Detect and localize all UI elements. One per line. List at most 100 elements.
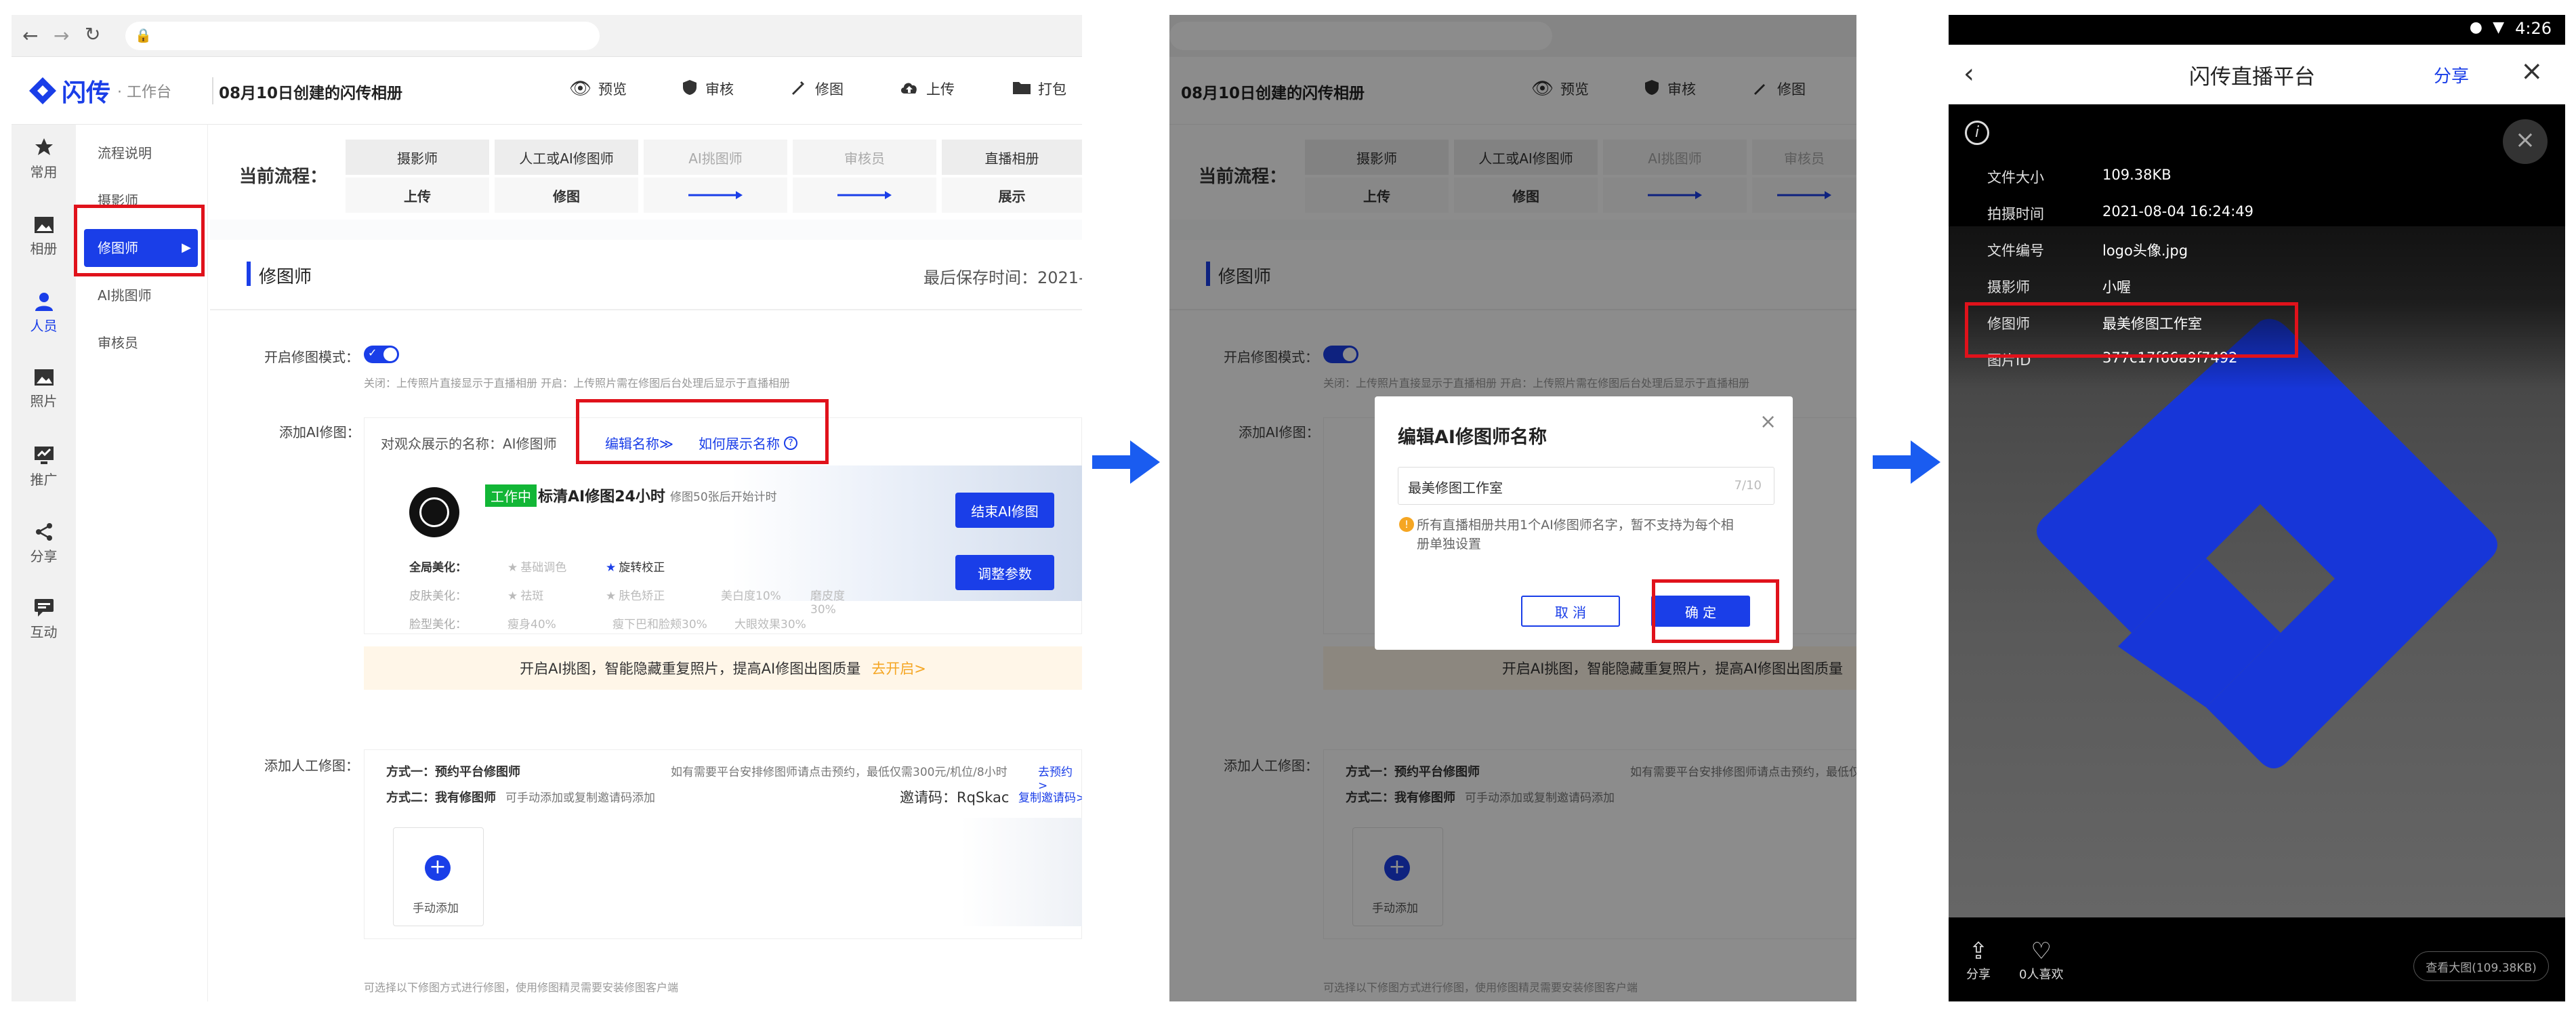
cloud-upload-icon: [899, 80, 919, 98]
info-icon[interactable]: i: [1965, 121, 1989, 145]
promote-icon: [34, 446, 54, 464]
brand-sub: · 工作台: [117, 84, 172, 101]
add-ai-label: 添加AI修图：: [279, 424, 360, 440]
highlight-confirm: [1652, 579, 1779, 643]
flow-role-5: 直播相册: [942, 140, 1082, 175]
sidebar-item-album[interactable]: 相册: [12, 203, 76, 270]
section-title: 修图师: [259, 267, 312, 287]
phone-title: 闪传直播平台: [2189, 65, 2315, 89]
manual-box: 方式一：预约平台修图师 如有需要平台安排修图师请点击预约，最低仅需300元/机位…: [364, 749, 1082, 939]
star-icon: ★ 祛斑: [507, 589, 544, 603]
folder-icon: [1012, 80, 1031, 98]
flow-arrow-1: [644, 178, 787, 213]
submenu-item-ai-picker[interactable]: AI挑图师: [84, 276, 198, 314]
plus-icon: +: [425, 855, 451, 881]
brand-logo[interactable]: 闪传 · 工作台: [28, 72, 171, 110]
eye-icon: 👁: [569, 79, 592, 99]
brush-icon: [791, 80, 806, 98]
flow-action-1: 上传: [346, 178, 489, 213]
main-content: 当前流程： 摄影师 人工或AI修图师 AI挑图师 审核员 直播相册 上传 修图 …: [210, 125, 1082, 1001]
forward-icon[interactable]: →: [54, 24, 69, 47]
photo-icon: [34, 369, 54, 386]
star-icon: ★ 基础调色: [507, 561, 567, 575]
retoucher-card: 修图师 最后保存时间：2021- 开启修图模式： ✓ 关闭：上传照片直接显示于直…: [210, 240, 1082, 1001]
submenu-item-auditor[interactable]: 审核员: [84, 324, 198, 362]
flow-arrow-2: [793, 178, 936, 213]
star-icon: [35, 138, 53, 155]
display-name: 对观众展示的名称：AI修图师: [381, 436, 557, 452]
close-icon[interactable]: ×: [2520, 56, 2543, 87]
sidebar-item-photo[interactable]: 照片: [12, 355, 76, 423]
flow-role-3: AI挑图师: [644, 140, 787, 175]
pack-action[interactable]: 打包: [1012, 79, 1066, 99]
dialog-title: 编辑AI修图师名称: [1398, 427, 1547, 448]
brand-name: 闪传: [62, 79, 111, 107]
save-time: 最后保存时间：2021-: [923, 268, 1082, 287]
mode-desc: 关闭：上传照片直接显示于直播相册 开启：上传照片需在修图后台处理后显示于直播相册: [364, 377, 791, 390]
address-bar[interactable]: 🔒: [125, 22, 600, 50]
manual-add-button[interactable]: + 手动添加: [393, 827, 484, 926]
browser-chrome: ← → ↻ 🔒: [12, 15, 1082, 57]
sidebar-item-interact[interactable]: 互动: [12, 585, 76, 653]
flow-role-4: 审核员: [793, 140, 936, 175]
left-panel: ← → ↻ 🔒 闪传 · 工作台 08月10日创建的闪传相册 👁 预览 审核 修图…: [12, 15, 1082, 1001]
main-sidebar: 常用 相册 人员 照片 推广 分享 互动: [12, 125, 76, 1001]
back-icon[interactable]: ←: [22, 24, 38, 47]
shield-icon: [682, 79, 697, 99]
top-nav: 闪传 · 工作台 08月10日创建的闪传相册 👁 预览 审核 修图 上传 打包: [12, 57, 1082, 125]
star-icon: ★ 肤色矫正: [606, 589, 665, 603]
chat-icon: [34, 598, 54, 617]
flow-role-1: 摄影师: [346, 140, 489, 175]
sidebar-item-share[interactable]: 分享: [12, 510, 76, 577]
like-button[interactable]: ♡ 0人喜欢: [2019, 938, 2063, 982]
submenu-item-flow[interactable]: 流程说明: [84, 134, 198, 172]
status-badge: 工作中: [485, 484, 537, 507]
ai-avatar: [409, 487, 459, 537]
phone-header: ‹ 闪传直播平台 分享 ×: [1949, 45, 2565, 104]
end-ai-button[interactable]: 结束AI修图: [955, 493, 1054, 528]
back-icon[interactable]: ‹: [1964, 58, 1974, 89]
highlight-retoucher-meta: [1965, 302, 2298, 358]
way1-desc: 如有需要平台安排修图师请点击预约，最低仅需300元/机位/8小时: [671, 766, 1007, 779]
user-icon: [35, 292, 53, 311]
enable-picker-link[interactable]: 去开启>: [871, 658, 926, 678]
audit-action[interactable]: 审核: [682, 79, 734, 99]
adjust-params-button[interactable]: 调整参数: [955, 555, 1054, 590]
sidebar-item-common[interactable]: 常用: [12, 125, 76, 192]
share-icon: [35, 522, 52, 541]
view-original-button[interactable]: 查看大图(109.38KB): [2413, 951, 2549, 981]
location-icon: ●: [2469, 19, 2482, 36]
close-viewer-icon[interactable]: ×: [2503, 119, 2548, 164]
preview-action[interactable]: 👁 预览: [569, 79, 627, 99]
dialog-note: 所有直播相册共用1个AI修图师名字，暂不支持为每个相册单独设置: [1417, 518, 1734, 552]
close-icon[interactable]: ×: [1760, 410, 1777, 434]
middle-panel: 08月10日创建的闪传相册 👁 预览 审核 修图 当前流程： 摄影师 人工或AI修…: [1169, 15, 1856, 1001]
flow-card: 当前流程： 摄影师 人工或AI修图师 AI挑图师 审核员 直播相册 上传 修图 …: [210, 125, 1082, 220]
arrow-right-icon: [837, 191, 892, 199]
invite-code: 邀请码：RqSkac: [900, 789, 1010, 806]
share-button[interactable]: ⇪ 分享: [1966, 938, 1991, 982]
lock-icon: 🔒: [135, 27, 152, 43]
retouch-action[interactable]: 修图: [791, 79, 844, 99]
sidebar-item-promote[interactable]: 推广: [12, 433, 76, 501]
flow-action-5: 展示: [942, 178, 1082, 213]
way2-desc: 可手动添加或复制邀请码添加: [505, 791, 655, 805]
photo-viewer: i × 文件大小 109.38KB 拍摄时间 2021-08-04 16:24:49…: [1949, 104, 2565, 1001]
ai-note: 修图50张后开始计时: [670, 491, 777, 504]
share-link[interactable]: 分享: [2434, 62, 2469, 87]
retouch-mode-toggle[interactable]: ✓: [364, 346, 399, 363]
ai-name: 标清AI修图24小时: [538, 489, 665, 505]
flow-label: 当前流程：: [239, 167, 328, 187]
name-input[interactable]: 最美修图工作室 7/10: [1398, 467, 1774, 505]
arrow-right-icon: [1873, 440, 1940, 484]
wifi-icon: ▼: [2493, 19, 2504, 36]
cancel-button[interactable]: 取 消: [1521, 596, 1620, 627]
mode-label: 开启修图模式：: [264, 349, 359, 365]
status-bar: 4:26 ▼ ●: [1949, 15, 2565, 45]
reload-icon[interactable]: ↻: [85, 23, 100, 45]
manual-label: 添加人工修图：: [264, 758, 359, 774]
copy-invite-link[interactable]: 复制邀请码>: [1018, 788, 1082, 805]
sidebar-item-people[interactable]: 人员: [12, 279, 76, 347]
star-icon: ★ 旋转校正: [606, 561, 665, 575]
upload-action[interactable]: 上传: [899, 79, 955, 99]
